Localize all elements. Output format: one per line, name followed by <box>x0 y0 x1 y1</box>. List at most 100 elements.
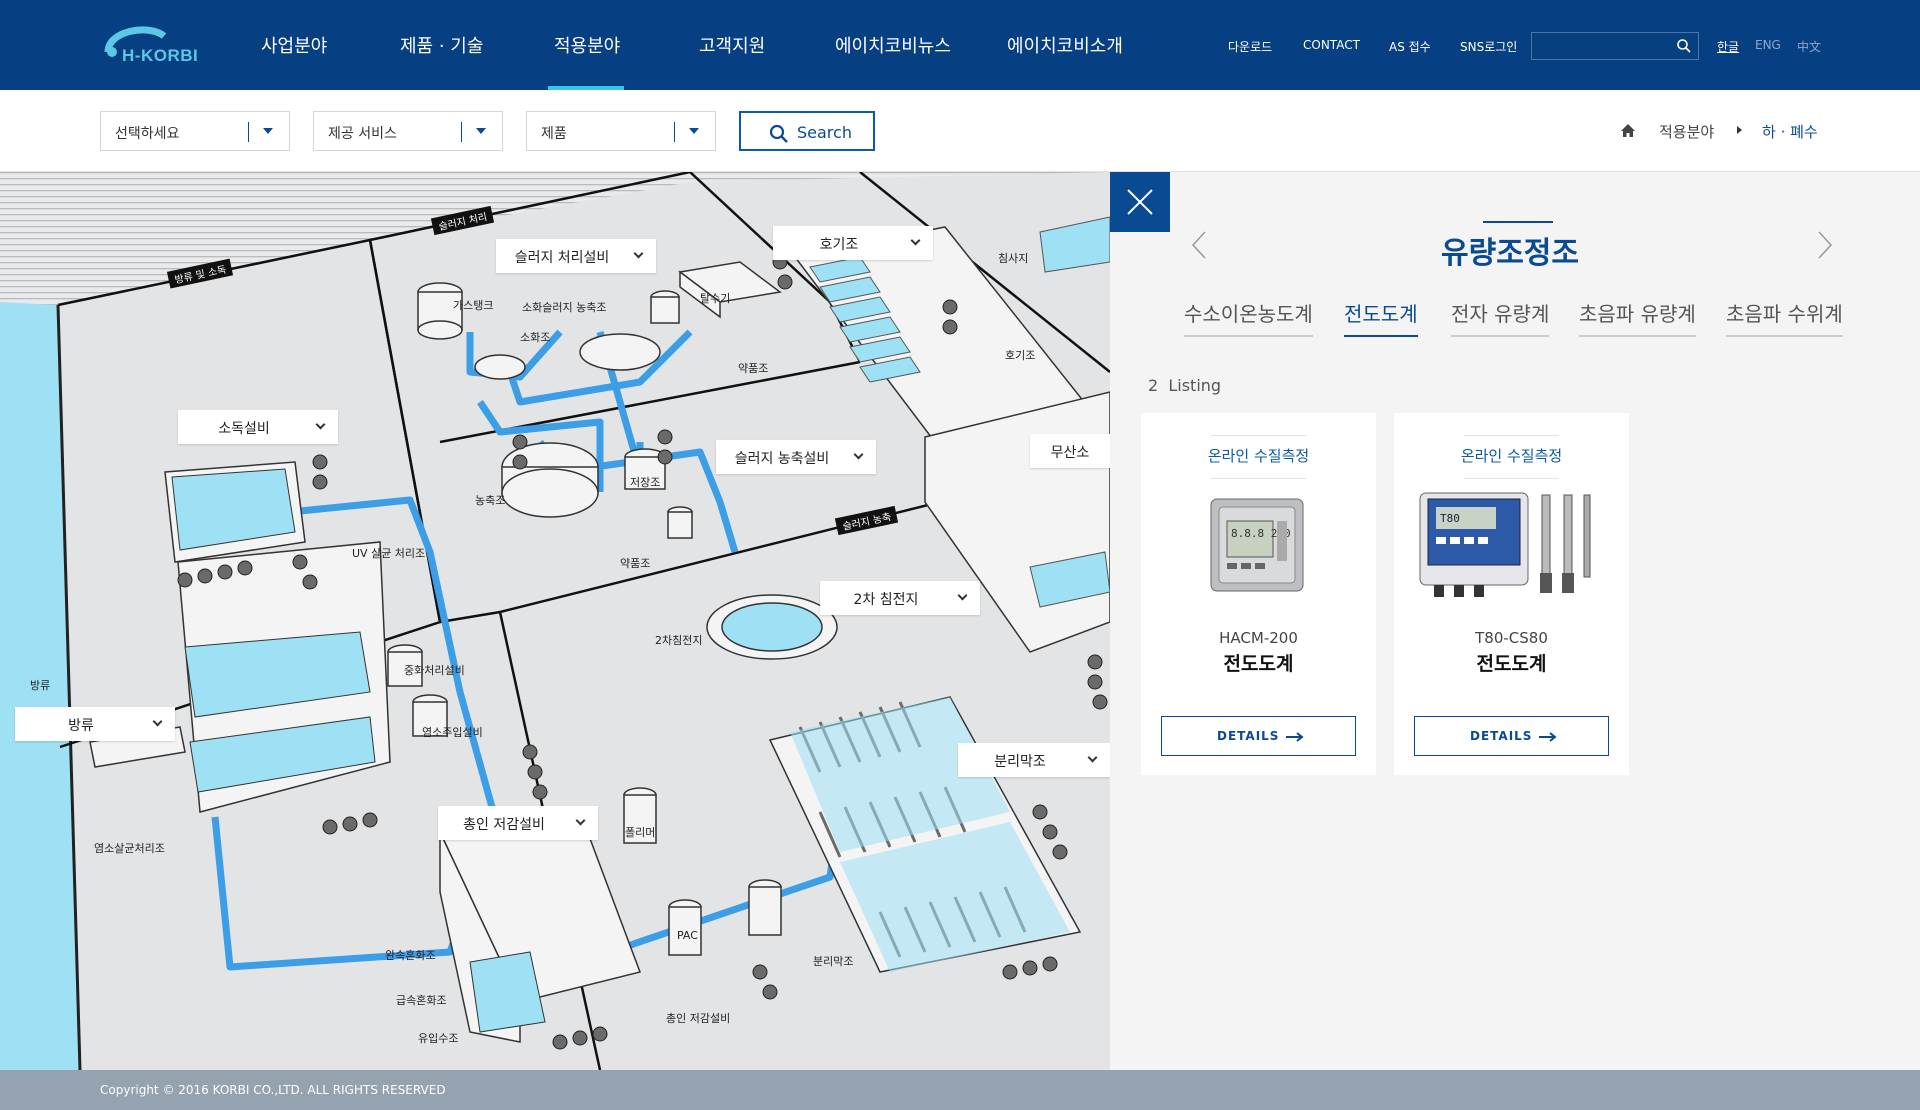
chevron-down-icon <box>689 128 699 134</box>
breadcrumb-item[interactable]: 적용분야 <box>1659 121 1714 142</box>
chevron-down-icon <box>1087 752 1098 763</box>
details-label: DETAILS <box>1470 729 1533 743</box>
lang-zh[interactable]: 中文 <box>1797 38 1821 55</box>
util-sns-login[interactable]: SNS로그인 <box>1460 38 1517 55</box>
map-label: 침사지 <box>998 252 1029 265</box>
divider <box>461 122 462 142</box>
details-button[interactable]: DETAILS <box>1161 716 1356 756</box>
meter-device-icon: T80 <box>1419 492 1591 597</box>
details-button[interactable]: DETAILS <box>1414 716 1609 756</box>
listing-count: 2 Listing <box>1148 376 1221 395</box>
map-label: 2차침전지 <box>655 634 703 647</box>
header-search-input[interactable] <box>1538 36 1668 56</box>
tab-conductivity-meter[interactable]: 전도도계 <box>1344 298 1418 337</box>
map-tag-label: 총인 저감설비 <box>463 817 545 833</box>
product-image: 8.8.8 250 <box>1161 485 1356 610</box>
listing-number: 2 <box>1148 376 1159 395</box>
divider <box>1464 478 1559 479</box>
map-tag-disinfection[interactable]: 소독설비 <box>178 410 338 444</box>
close-panel-button[interactable] <box>1110 172 1170 232</box>
tab-ultrasonic-flowmeter[interactable]: 초음파 유량계 <box>1579 298 1696 337</box>
page: H-KORBI 사업분야 제품 · 기술 적용분야 고객지원 에이치코비뉴스 에… <box>0 0 1920 1110</box>
map-tag-label: 분리막조 <box>994 754 1046 770</box>
chevron-down-icon <box>957 590 968 601</box>
map-label: 분리막조 <box>813 955 854 968</box>
tab-ph-meter[interactable]: 수소이온농도계 <box>1184 298 1313 337</box>
map-label: 소화슬러지 농축조 <box>522 301 607 314</box>
copyright-text: Copyright © 2016 KORBI CO.,LTD. ALL RIGH… <box>100 1083 446 1097</box>
nav-about[interactable]: 에이치코비소개 <box>1007 32 1123 58</box>
arrow-right-icon <box>1286 732 1304 742</box>
header: H-KORBI 사업분야 제품 · 기술 적용분야 고객지원 에이치코비뉴스 에… <box>0 0 1920 90</box>
product-card[interactable]: 온라인 수질측정 T80 T80-CS80 전도도계 DETAILS <box>1394 413 1629 775</box>
details-label: DETAILS <box>1217 729 1280 743</box>
arrow-right-icon <box>1539 732 1557 742</box>
divider <box>1211 478 1306 479</box>
map-label: 방류 <box>30 679 51 692</box>
product-image: T80 <box>1414 485 1609 610</box>
chevron-down-icon <box>476 128 486 134</box>
nav-news[interactable]: 에이치코비뉴스 <box>835 32 951 58</box>
display-reading: T80 <box>1440 512 1460 525</box>
divider <box>1464 435 1559 436</box>
divider <box>674 122 675 142</box>
tab-electromagnetic-flowmeter[interactable]: 전자 유량계 <box>1451 298 1550 337</box>
nav-support[interactable]: 고객지원 <box>699 32 765 58</box>
map-label: 유입수조 <box>418 1032 459 1045</box>
map-label: 염소살균처리조 <box>94 842 165 855</box>
map-label: 완속혼화조 <box>385 949 436 962</box>
footer: Copyright © 2016 KORBI CO.,LTD. ALL RIGH… <box>0 1070 1920 1110</box>
map-tag-anoxic[interactable]: 무산소 <box>1030 434 1110 468</box>
tab-ultrasonic-level-meter[interactable]: 초음파 수위계 <box>1726 298 1843 337</box>
chevron-down-icon <box>152 716 163 727</box>
lang-ko[interactable]: 한글 <box>1717 38 1739 55</box>
filter-select-service-value: 제공 서비스 <box>328 126 397 142</box>
filter-select-product[interactable]: 제품 <box>526 111 716 151</box>
filter-select-service[interactable]: 제공 서비스 <box>313 111 503 151</box>
filter-search-label: Search <box>797 123 852 142</box>
chevron-down-icon <box>633 248 644 259</box>
map-tag-sludge-thickening[interactable]: 슬러지 농축설비 <box>716 440 876 474</box>
map-tag-discharge[interactable]: 방류 <box>15 707 175 741</box>
filter-search-button[interactable]: Search <box>739 111 875 151</box>
next-arrow-icon[interactable] <box>1816 230 1834 260</box>
home-icon[interactable] <box>1620 123 1636 142</box>
product-card[interactable]: 온라인 수질측정 8.8.8 250 HACM-200 전도도계 DETAILS <box>1141 413 1376 775</box>
search-icon[interactable] <box>1676 38 1692 58</box>
map-label: 약품조 <box>738 362 769 375</box>
util-as[interactable]: AS 접수 <box>1389 38 1431 55</box>
prev-arrow-icon[interactable] <box>1190 230 1208 260</box>
map-tag-aerobic-tank[interactable]: 호기조 <box>773 226 933 260</box>
header-search <box>1531 32 1699 60</box>
util-download[interactable]: 다운로드 <box>1228 38 1272 55</box>
map-tag-label: 2차 침전지 <box>853 592 919 608</box>
logo-text: H-KORBI <box>122 46 199 65</box>
logo[interactable]: H-KORBI <box>100 22 205 68</box>
product-model: T80-CS80 <box>1475 629 1548 647</box>
map-label: 폴리머 <box>625 826 656 839</box>
map-label: 농축조 <box>475 494 506 507</box>
divider <box>1211 435 1306 436</box>
map-label: 소화조 <box>520 331 551 344</box>
meter-device-icon: 8.8.8 250 <box>1210 498 1304 592</box>
map-label: 염소주입설비 <box>422 726 483 739</box>
nav-business[interactable]: 사업분야 <box>261 32 327 58</box>
map-tag-sludge-treatment[interactable]: 슬러지 처리설비 <box>496 239 656 273</box>
nav-applications[interactable]: 적용분야 <box>554 32 620 58</box>
close-icon <box>1127 189 1153 215</box>
product-category: 온라인 수질측정 <box>1460 447 1563 465</box>
breadcrumb-current[interactable]: 하 · 폐수 <box>1762 121 1818 142</box>
map-tag-phosphorus[interactable]: 총인 저감설비 <box>438 806 598 840</box>
map-label: 가스탱크 <box>453 299 494 312</box>
nav-products[interactable]: 제품 · 기술 <box>400 32 483 58</box>
filter-select-category[interactable]: 선택하세요 <box>100 111 290 151</box>
search-icon <box>769 124 789 148</box>
map-tag-membrane[interactable]: 분리막조 <box>958 743 1110 777</box>
plant-diagram: 방류 및 소독 슬러지 처리 슬러지 농축 가스탱크 소화슬러지 농축조 소화조… <box>0 172 1110 1070</box>
chevron-down-icon <box>853 449 864 460</box>
chevron-down-icon <box>315 419 326 430</box>
lang-en[interactable]: ENG <box>1755 38 1781 52</box>
util-contact[interactable]: CONTACT <box>1303 38 1360 52</box>
map-tag-secondary-clarifier[interactable]: 2차 침전지 <box>820 581 980 615</box>
product-category: 온라인 수질측정 <box>1207 447 1310 465</box>
